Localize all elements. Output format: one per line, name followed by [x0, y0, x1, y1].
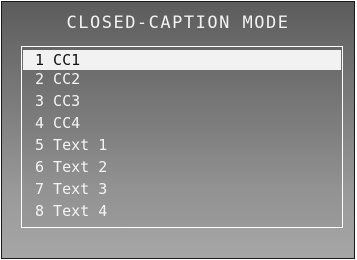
option-text-4[interactable]: 8 Text 4: [23, 201, 341, 221]
option-cc4[interactable]: 4 CC4: [23, 113, 341, 133]
option-text-1[interactable]: 5 Text 1: [23, 135, 341, 155]
option-cc3[interactable]: 3 CC3: [23, 91, 341, 111]
option-cc2[interactable]: 2 CC2: [23, 69, 341, 89]
option-text-2[interactable]: 6 Text 2: [23, 157, 341, 177]
option-text-3[interactable]: 7 Text 3: [23, 179, 341, 199]
caption-mode-list: 1 CC1 2 CC2 3 CC3 4 CC4 5 Text 1 6 Text …: [21, 46, 343, 228]
menu-title: CLOSED-CAPTION MODE: [66, 13, 290, 33]
option-cc1[interactable]: 1 CC1: [23, 50, 341, 70]
osd-screen: CLOSED-CAPTION MODE 1 CC1 2 CC2 3 CC3 4 …: [1, 1, 355, 259]
